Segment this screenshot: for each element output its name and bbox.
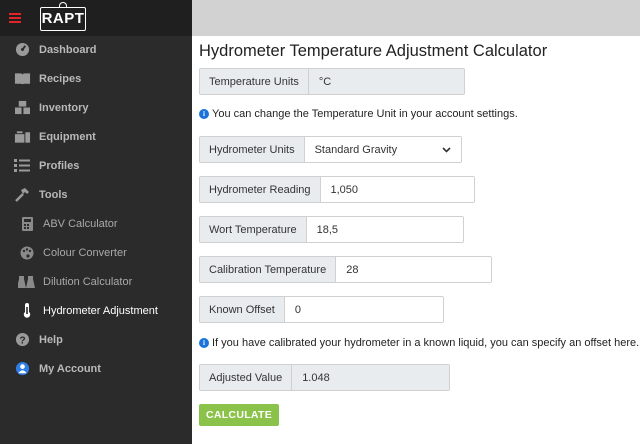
wort-temperature-label: Wort Temperature bbox=[200, 217, 307, 242]
calibration-temperature-group: Calibration Temperature 28 bbox=[199, 256, 492, 283]
temperature-info-text: You can change the Temperature Unit in y… bbox=[212, 108, 518, 120]
wort-temperature-input[interactable]: 18,5 bbox=[306, 217, 463, 242]
temperature-units-value: °C bbox=[308, 69, 464, 94]
known-offset-label: Known Offset bbox=[200, 297, 285, 322]
palette-icon bbox=[18, 244, 36, 262]
sidebar-item-label: Help bbox=[39, 333, 63, 346]
hydrometer-units-select[interactable]: Standard Gravity bbox=[304, 137, 461, 162]
logo[interactable]: RAPT bbox=[40, 7, 86, 31]
sidebar-item-label: Equipment bbox=[39, 130, 96, 143]
hydrometer-reading-label: Hydrometer Reading bbox=[200, 177, 321, 202]
flask-icon bbox=[18, 273, 36, 291]
sidebar-item-label: ABV Calculator bbox=[43, 217, 118, 230]
gauge-icon bbox=[13, 41, 31, 59]
sidebar-item-label: Recipes bbox=[39, 72, 82, 85]
adjusted-value-output: 1.048 bbox=[292, 365, 449, 390]
known-offset-group: Known Offset 0 bbox=[199, 296, 444, 323]
offset-info: i If you have calibrated your hydrometer… bbox=[199, 337, 639, 349]
sidebar-item-abv-calculator[interactable]: ABV Calculator bbox=[0, 209, 192, 238]
boxes-icon bbox=[13, 99, 31, 117]
hammer-icon bbox=[13, 186, 31, 204]
sidebar-item-recipes[interactable]: Recipes bbox=[0, 64, 192, 93]
sidebar-item-profiles[interactable]: Profiles bbox=[0, 151, 192, 180]
user-icon bbox=[13, 360, 31, 378]
svg-text:?: ? bbox=[19, 335, 25, 346]
sidebar-item-label: Tools bbox=[39, 188, 68, 201]
chevron-down-icon bbox=[442, 144, 451, 156]
hydrometer-units-group: Hydrometer Units Standard Gravity bbox=[199, 136, 462, 163]
sidebar-item-inventory[interactable]: Inventory bbox=[0, 93, 192, 122]
sidebar-header: RAPT bbox=[0, 0, 192, 36]
temperature-info: i You can change the Temperature Unit in… bbox=[199, 108, 518, 120]
sidebar-item-label: Hydrometer Adjustment bbox=[43, 304, 158, 317]
sidebar-item-label: Dilution Calculator bbox=[43, 275, 133, 288]
sidebar-item-tools[interactable]: Tools bbox=[0, 180, 192, 209]
calculator-icon bbox=[18, 215, 36, 233]
calculate-button[interactable]: CALCULATE bbox=[199, 404, 279, 426]
sidebar-item-dilution-calculator[interactable]: Dilution Calculator bbox=[0, 267, 192, 296]
hydrometer-units-value: Standard Gravity bbox=[314, 143, 398, 156]
sidebar-item-dashboard[interactable]: Dashboard bbox=[0, 35, 192, 64]
info-icon: i bbox=[199, 338, 209, 348]
menu-icon[interactable] bbox=[9, 13, 21, 23]
calibration-temperature-input[interactable]: 28 bbox=[336, 257, 491, 282]
temperature-units-label: Temperature Units bbox=[200, 69, 309, 94]
sidebar-item-colour-converter[interactable]: Colour Converter bbox=[0, 238, 192, 267]
sidebar-item-help[interactable]: ? Help bbox=[0, 325, 192, 354]
sidebar-item-equipment[interactable]: Equipment bbox=[0, 122, 192, 151]
known-offset-input[interactable]: 0 bbox=[284, 297, 443, 322]
info-icon: i bbox=[199, 109, 209, 119]
equipment-icon bbox=[13, 128, 31, 146]
calibration-temperature-label: Calibration Temperature bbox=[200, 257, 337, 282]
temperature-units-group: Temperature Units °C bbox=[199, 68, 465, 95]
adjusted-value-label: Adjusted Value bbox=[200, 365, 293, 390]
sidebar-item-label: My Account bbox=[39, 362, 101, 375]
sidebar: RAPT Dashboard Recipes Inventory Equipme… bbox=[0, 0, 192, 444]
page-title: Hydrometer Temperature Adjustment Calcul… bbox=[199, 42, 548, 60]
hydrometer-reading-group: Hydrometer Reading 1,050 bbox=[199, 176, 475, 203]
offset-info-text: If you have calibrated your hydrometer i… bbox=[212, 337, 640, 349]
sidebar-item-label: Colour Converter bbox=[43, 246, 127, 259]
sidebar-item-label: Profiles bbox=[39, 159, 80, 172]
sidebar-item-label: Dashboard bbox=[39, 43, 97, 56]
help-icon: ? bbox=[13, 331, 31, 349]
sidebar-item-label: Inventory bbox=[39, 101, 89, 114]
sidebar-item-my-account[interactable]: My Account bbox=[0, 354, 192, 383]
hydrometer-reading-input[interactable]: 1,050 bbox=[320, 177, 474, 202]
adjusted-value-group: Adjusted Value 1.048 bbox=[199, 364, 450, 391]
sidebar-item-hydrometer-adjustment[interactable]: Hydrometer Adjustment bbox=[0, 296, 192, 325]
list-icon bbox=[13, 157, 31, 175]
hydrometer-units-label: Hydrometer Units bbox=[200, 137, 305, 162]
thermometer-icon bbox=[18, 302, 36, 320]
wort-temperature-group: Wort Temperature 18,5 bbox=[199, 216, 464, 243]
book-icon bbox=[13, 70, 31, 88]
